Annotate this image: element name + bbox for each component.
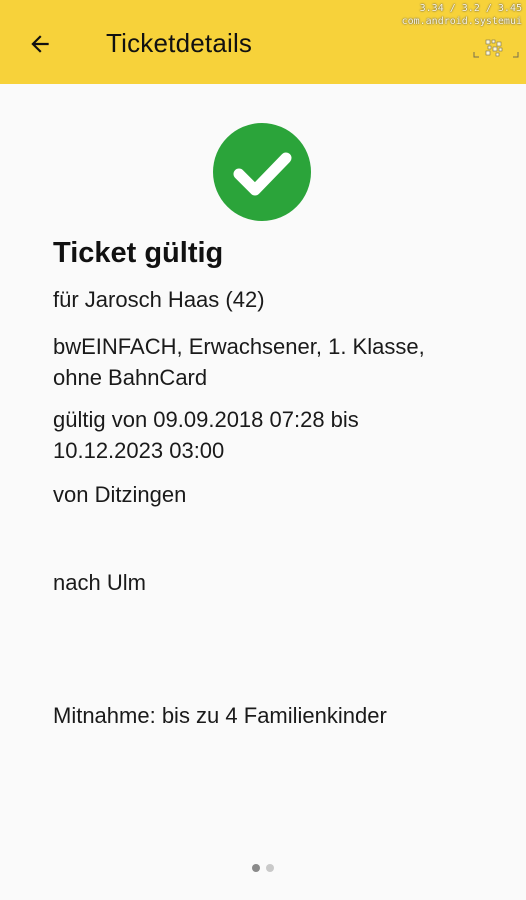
- back-button[interactable]: [18, 22, 62, 66]
- origin-info: von Ditzingen: [53, 482, 187, 507]
- qr-code-icon: [473, 39, 519, 58]
- page-indicator: [0, 864, 526, 872]
- product-info: bwEINFACH, Erwachsener, 1. Klasse, ohne …: [53, 334, 425, 390]
- debug-overlay-line: com.android.systemui: [401, 16, 522, 27]
- validity-info: gültig von 09.09.2018 07:28 bis 10.12.20…: [53, 407, 359, 463]
- page-indicator-dot[interactable]: [266, 864, 274, 872]
- debug-overlay-line: 3.34 / 3.2 / 3.45: [419, 3, 522, 14]
- passenger-info: für Jarosch Haas (42): [53, 287, 265, 312]
- page-indicator-dot[interactable]: [252, 864, 260, 872]
- debug-overlay: 3.34 / 3.2 / 3.45 com.android.systemui: [402, 2, 522, 28]
- ticket-details: Ticket gültig für Jarosch Haas (42) bwEI…: [0, 84, 526, 900]
- app-bar: Ticketdetails 3.34 / 3.2 / 3.45 com.andr…: [0, 0, 526, 84]
- companions-info: Mitnahme: bis zu 4 Familienkinder: [53, 703, 387, 728]
- page-title: Ticketdetails: [106, 28, 253, 58]
- check-circle-icon: [213, 123, 311, 221]
- destination-info: nach Ulm: [53, 570, 146, 595]
- ticket-status: Ticket gültig: [53, 237, 224, 269]
- arrow-left-icon: [31, 35, 49, 53]
